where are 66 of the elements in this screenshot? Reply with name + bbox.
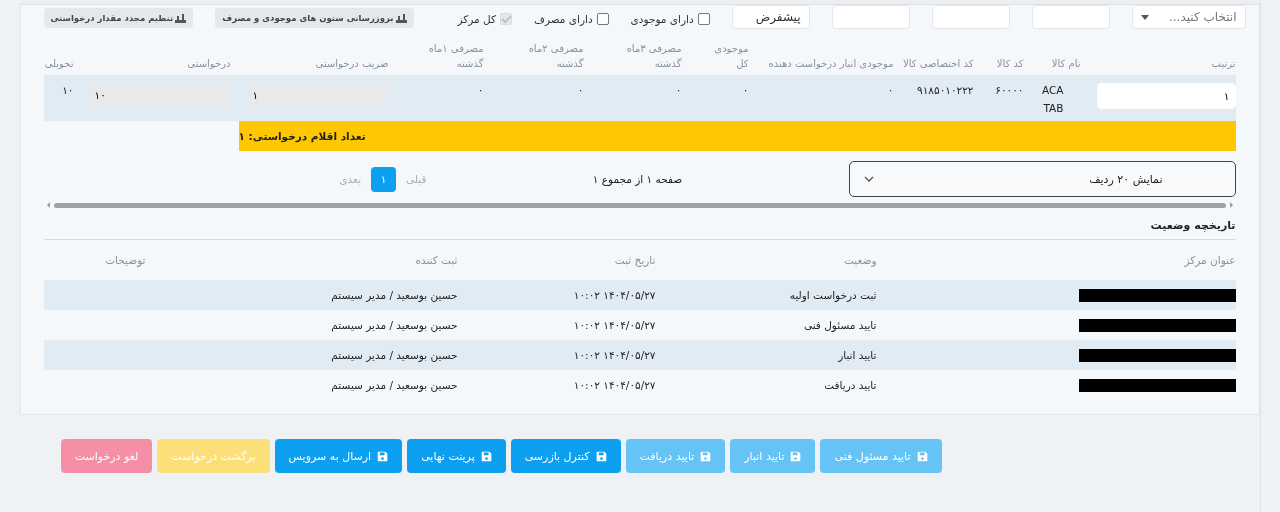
column-header: تاریخ ثبت	[613, 254, 656, 266]
table-cell-text: ۱۴۰۴/۰۵/۲۷ ۱۰:۰۲	[572, 349, 656, 361]
input-field[interactable]	[931, 5, 1010, 29]
select-field[interactable]: انتخاب کنید...	[1131, 5, 1246, 29]
page-info: صفحه ۱ از مجموع ۱	[591, 173, 684, 185]
checkbox[interactable]: دارای مصرف	[534, 13, 609, 25]
action-button[interactable]: کنترل بازرسی	[510, 439, 621, 473]
page-size-select[interactable]: نمایش ۲۰ ردیف	[848, 161, 1236, 197]
table-cell-text: ۶۰۰۰۰	[995, 83, 1024, 98]
column-header: موجودی انبار درخواست دهنده	[768, 57, 894, 71]
table-cell-text: حسین بوسعید / مدیر سیستم	[330, 379, 458, 391]
table-cell-text: ۱۴۰۴/۰۵/۲۷ ۱۰:۰۲	[572, 379, 656, 391]
column-header: مصرفی ۱ماه گذشته	[427, 42, 484, 71]
column-header: کد اختصاصی کالا	[903, 57, 974, 71]
table-cell-text: ۹۱۸۵۰۱۰۲۲۲	[917, 83, 974, 98]
table-cell-text: ۰	[742, 83, 749, 98]
save-icon	[700, 450, 712, 462]
table-cell-text: تایید دریافت	[823, 379, 877, 391]
number-field[interactable]: ۱۰	[88, 83, 229, 107]
column-header: عنوان مرکز	[1183, 254, 1236, 266]
section-title: تاریخچه وضعیت	[1149, 218, 1236, 234]
table-cell-text: تایید مسئول فنی	[802, 319, 877, 331]
checkbox[interactable]: دارای موجودی	[630, 13, 710, 25]
table-cell-text: حسین بوسعید / مدیر سیستم	[330, 289, 458, 301]
table-cell-text: ACA TAB	[1041, 83, 1064, 116]
summary-bar: تعداد اقلام درخواستی: ۱	[238, 121, 1236, 151]
table-cell-text: ۱۴۰۴/۰۵/۲۷ ۱۰:۰۲	[572, 319, 656, 331]
save-icon	[790, 450, 802, 462]
column-header: درخواستی	[187, 57, 231, 71]
save-icon	[480, 450, 492, 462]
table-cell-text: ۱۴۰۴/۰۵/۲۷ ۱۰:۰۲	[572, 289, 656, 301]
column-header: کد کالا	[996, 57, 1024, 71]
column-header: توضیحات	[104, 254, 146, 266]
column-header: مصرفی ۲ماه گذشته	[527, 42, 584, 71]
column-header: مصرفی ۳ماه گذشته	[625, 42, 682, 71]
table-cell-text: ۰	[675, 83, 682, 98]
table-cell-text: حسین بوسعید / مدیر سیستم	[330, 319, 458, 331]
action-button[interactable]: ارسال به سرویس	[274, 439, 403, 473]
action-button[interactable]: پرینت نهایی	[407, 439, 506, 473]
input-field[interactable]	[831, 5, 910, 29]
table-cell-text: ثبت درخواست اولیه	[788, 289, 877, 301]
column-header: وضعیت	[842, 254, 877, 266]
save-icon	[377, 450, 389, 462]
table-cell-text: ۰	[577, 83, 584, 98]
column-header: تحویلی	[44, 57, 74, 71]
column-header: ثبت کننده	[414, 254, 458, 266]
table-cell-text: تایید انبار	[836, 349, 877, 361]
column-header: موجودی کل	[713, 42, 749, 71]
caret-icon	[1140, 14, 1149, 20]
chevron-icon	[863, 176, 874, 182]
order-input[interactable]: ۱	[1096, 83, 1236, 109]
tool-button[interactable]: تنظیم مجدد مقدار درخواستی	[43, 8, 194, 28]
save-icon	[595, 450, 607, 462]
save-icon	[916, 450, 928, 462]
table-cell-text: ۰	[477, 83, 484, 98]
page-button[interactable]: ۱	[371, 166, 397, 192]
table-cell-text: حسین بوسعید / مدیر سیستم	[330, 349, 458, 361]
table-cell-text: ۰	[887, 83, 894, 98]
number-field[interactable]: ۱	[246, 83, 387, 107]
table-cell-text: ۱۰	[62, 83, 74, 98]
input-field[interactable]	[1031, 5, 1110, 29]
tool-button[interactable]: بروزرسانی ستون های موجودی و مصرف	[215, 8, 414, 28]
column-header: ترتیب	[1211, 57, 1236, 71]
column-header: ضریب درخواستی	[315, 57, 389, 71]
column-header: نام کالا	[1051, 57, 1081, 71]
input-field[interactable]: پیشفرض	[731, 5, 810, 29]
